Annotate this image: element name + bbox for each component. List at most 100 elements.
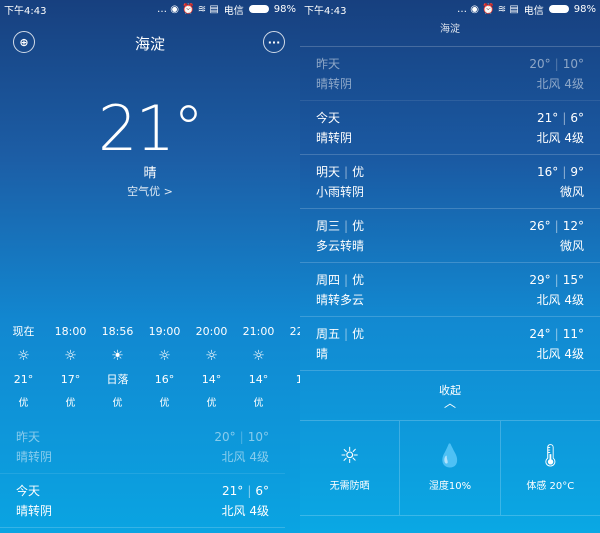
- day-wind: 北风 4级: [536, 76, 584, 91]
- day-row[interactable]: 周四 | 优晴转多云 29° | 15° 北风 4级: [300, 263, 600, 317]
- status-bar: 下午4:43 … ◉ ⏰ ≋ ▤ 电信 98%: [300, 0, 600, 18]
- day-label: 昨天: [316, 56, 341, 71]
- carrier: 电信: [523, 5, 544, 17]
- hour-aqi: 优: [159, 398, 170, 409]
- sun-icon: ☼: [17, 348, 30, 364]
- hour-time: 19:00: [148, 325, 181, 338]
- day-high: 24°: [529, 326, 551, 341]
- hour-value: 14°: [201, 373, 222, 386]
- day-row[interactable]: 今天 晴转阴 21° | 6° 北风 4级: [300, 101, 600, 155]
- hourly-item: 20:00 ☼ 14° 优: [188, 322, 235, 418]
- city-title: 海淀: [134, 34, 165, 53]
- day-high: 21°: [222, 483, 244, 498]
- sun-icon: ☼: [205, 348, 218, 364]
- day-condition: 小雨转阴: [316, 184, 365, 199]
- hourly-item: 19:00 ☼ 16° 优: [141, 322, 188, 418]
- day-label: 今天: [16, 483, 41, 498]
- tile-label: 湿度10%: [428, 481, 472, 492]
- day-wind: 北风 4级: [536, 346, 584, 361]
- day-row[interactable]: 周五 | 优晴 24° | 11° 北风 4级: [300, 317, 600, 371]
- day-row[interactable]: 昨天 晴转阴 20° | 10° 北风 4级: [0, 420, 285, 474]
- day-low: 15°: [562, 272, 584, 287]
- collapse-button[interactable]: 收起 ︿: [300, 382, 600, 409]
- battery-icon: [548, 5, 569, 13]
- hour-value: 17°: [60, 373, 81, 386]
- thermometer-icon: 🌡: [536, 444, 565, 469]
- hourly-item: 18:00 ☼ 17° 优: [47, 322, 94, 418]
- day-condition: 晴转阴: [16, 449, 53, 464]
- hour-aqi: 优: [112, 398, 123, 409]
- day-high: 21°: [537, 110, 559, 125]
- hour-aqi: 优: [282, 394, 300, 418]
- day-high: 16°: [537, 164, 559, 179]
- sun-icon: ☼: [64, 348, 77, 364]
- daily-forecast-list: 昨天 晴转阴 20° | 10° 北风 4级 今天 晴转阴 21° | 6° 北风 4级 明天 | 优小雨转…: [300, 47, 600, 371]
- sun-icon: ☼: [282, 346, 300, 370]
- day-label: 周五: [316, 326, 341, 341]
- day-label: 昨天: [16, 429, 41, 444]
- day-high: 20°: [529, 56, 551, 71]
- day-label: 今天: [316, 110, 341, 125]
- hourly-forecast[interactable]: 现在 ☼ 21° 优 18:00 ☼ 17° 优 18:56 ☀ 日落优 19:00 ☼ 16° 优 20:0…: [0, 322, 301, 418]
- day-high: 29°: [529, 272, 551, 287]
- hour-time: 18:00: [54, 325, 87, 338]
- day-row[interactable]: 今天 晴转阴 21° | 6° 北风 4级: [0, 474, 285, 528]
- day-label: 周三: [316, 218, 341, 233]
- day-high: 26°: [529, 218, 551, 233]
- day-low: 9°: [570, 164, 584, 179]
- detail-tile[interactable]: ☼ 无需防晒: [300, 421, 401, 516]
- tile-label: 无需防晒: [329, 481, 370, 492]
- air-quality-link[interactable]: 空气优 >: [0, 183, 300, 199]
- hour-aqi: 优: [206, 398, 217, 409]
- daily-forecast-preview: 昨天 晴转阴 20° | 10° 北风 4级 今天 晴转阴 21° | 6° 北风 4级: [0, 420, 285, 528]
- main-weather-panel: 下午4:43 … ◉ ⏰ ≋ ▤ 电信 98% ⊕ 海淀 ··· 21° 晴 空气优…: [0, 0, 300, 533]
- city-title-small: 海淀: [440, 24, 460, 35]
- day-row[interactable]: 明天 | 优小雨转阴 16° | 9° 微风: [300, 155, 600, 209]
- day-high: 20°: [214, 429, 236, 444]
- day-label: 明天: [316, 164, 341, 179]
- signal-icon: … ◉ ⏰ ≋ ▤: [457, 3, 519, 15]
- hour-time: 18:56: [101, 325, 134, 338]
- hourly-item: 21:00 ☼ 14° 优: [235, 322, 282, 418]
- battery-icon: [248, 5, 269, 13]
- hour-aqi: 优: [18, 398, 29, 409]
- day-low: 10°: [247, 429, 269, 444]
- current-condition: 晴: [143, 166, 157, 181]
- day-condition: 晴转阴: [16, 503, 53, 518]
- hour-aqi: 优: [65, 398, 76, 409]
- more-button[interactable]: ···: [263, 31, 285, 53]
- day-wind: 北风 4级: [536, 292, 584, 307]
- tile-label: 体感 20°C: [526, 481, 575, 492]
- day-low: 11°: [562, 326, 584, 341]
- sun-icon: ☼: [158, 348, 171, 364]
- hour-time: 20:00: [195, 325, 228, 338]
- status-time: 下午4:43: [304, 5, 347, 17]
- day-wind: 北风 4级: [221, 449, 269, 464]
- day-row[interactable]: 昨天 晴转阴 20° | 10° 北风 4级: [300, 47, 600, 101]
- more-icon: ···: [267, 35, 281, 49]
- hour-time: 22:00: [289, 325, 300, 338]
- status-time: 下午4:43: [4, 5, 47, 17]
- battery-level: 98%: [273, 3, 296, 15]
- hour-time: 现在: [12, 325, 35, 338]
- sunset-icon: ☀: [111, 348, 124, 364]
- detail-tiles: ☼ 无需防晒 💧 湿度10% 🌡 体感 20°C: [300, 420, 600, 516]
- carrier: 电信: [223, 5, 244, 17]
- hour-value: 21°: [13, 373, 34, 386]
- day-condition: 多云转晴: [316, 238, 365, 253]
- day-label: 周四: [316, 272, 341, 287]
- day-aqi: 优: [352, 164, 365, 179]
- hourly-item: 18:56 ☀ 日落优: [94, 322, 141, 418]
- day-condition: 晴: [316, 346, 329, 361]
- day-row[interactable]: 周三 | 优多云转晴 26° | 12° 微风: [300, 209, 600, 263]
- detail-tile[interactable]: 💧 湿度10%: [400, 421, 501, 516]
- hour-aqi: 优: [253, 398, 264, 409]
- day-aqi: 优: [352, 326, 365, 341]
- day-condition: 晴转阴: [316, 76, 353, 91]
- day-wind: 北风 4级: [536, 130, 584, 145]
- current-temp: 21°: [98, 92, 204, 165]
- sun-icon: ☼: [252, 348, 265, 364]
- day-low: 6°: [255, 483, 269, 498]
- day-aqi: 优: [352, 272, 365, 287]
- detail-tile[interactable]: 🌡 体感 20°C: [500, 421, 600, 516]
